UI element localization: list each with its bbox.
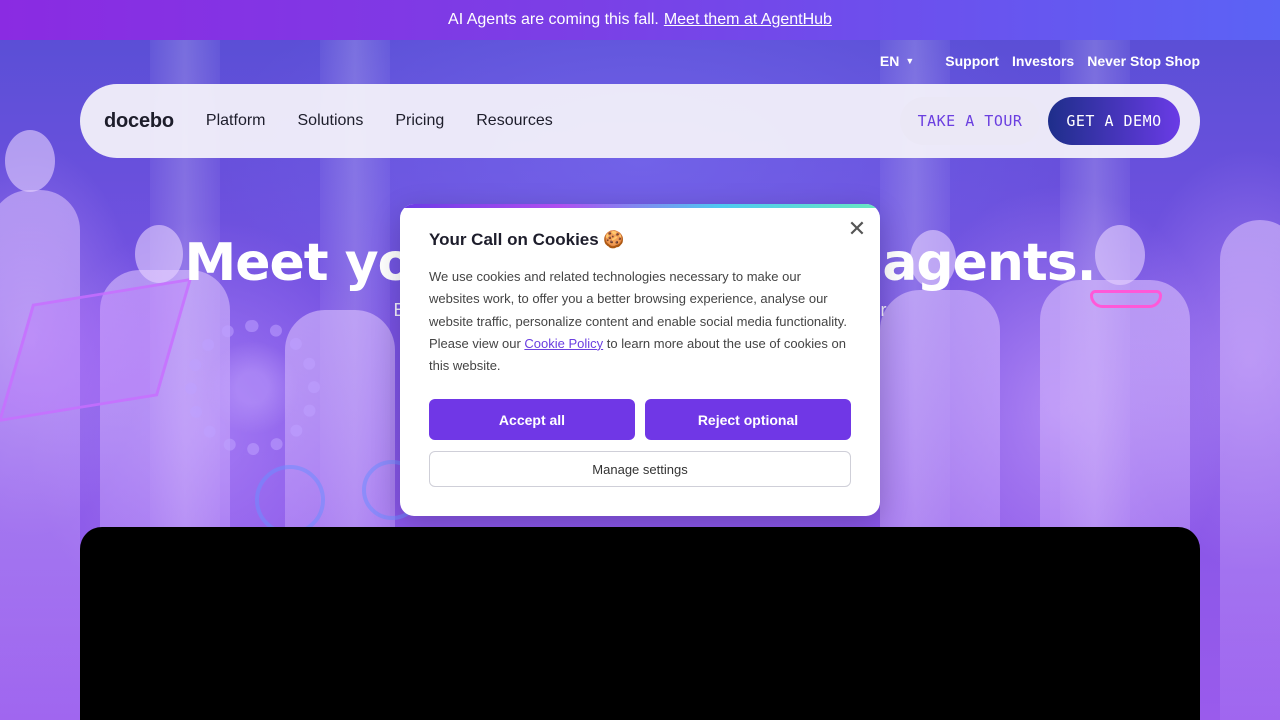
main-navbar: docebo Platform Solutions Pricing Resour… bbox=[80, 84, 1200, 158]
agenthub-link[interactable]: Meet them at AgentHub bbox=[664, 11, 832, 29]
never-stop-shop-link[interactable]: Never Stop Shop bbox=[1087, 53, 1200, 69]
background-figure bbox=[1220, 220, 1280, 720]
cookie-consent-modal: ✕ Your Call on Cookies 🍪 We use cookies … bbox=[400, 204, 880, 516]
announcement-bar: AI Agents are coming this fall. Meet the… bbox=[0, 0, 1280, 40]
language-label: EN bbox=[879, 53, 900, 69]
docebo-logo[interactable]: docebo bbox=[104, 110, 174, 133]
hero-subtitle-right: r bbox=[880, 300, 887, 320]
language-selector[interactable]: EN ▼ bbox=[880, 53, 914, 69]
cookie-modal-title: Your Call on Cookies 🍪 bbox=[429, 230, 625, 249]
nav-cta-group: TAKE A TOUR GET A DEMO bbox=[900, 97, 1180, 145]
holographic-ring bbox=[255, 465, 325, 535]
support-link[interactable]: Support bbox=[945, 53, 999, 69]
get-a-demo-button[interactable]: GET A DEMO bbox=[1048, 97, 1180, 145]
manage-settings-button[interactable]: Manage settings bbox=[429, 451, 851, 487]
nav-item-platform[interactable]: Platform bbox=[206, 112, 266, 130]
announcement-text: AI Agents are coming this fall. bbox=[448, 11, 659, 28]
hero-video[interactable] bbox=[80, 527, 1200, 720]
gear-icon bbox=[185, 320, 320, 455]
cookie-modal-body: We use cookies and related technologies … bbox=[429, 266, 854, 377]
background-figure-head bbox=[5, 130, 55, 192]
caret-down-icon: ▼ bbox=[905, 56, 915, 66]
hero-title-right: agents. bbox=[882, 233, 1096, 293]
accept-all-button[interactable]: Accept all bbox=[429, 399, 635, 440]
close-icon[interactable]: ✕ bbox=[846, 218, 868, 240]
nav-item-pricing[interactable]: Pricing bbox=[395, 112, 444, 130]
cookie-policy-link[interactable]: Cookie Policy bbox=[524, 336, 603, 351]
take-a-tour-button[interactable]: TAKE A TOUR bbox=[900, 97, 1040, 145]
hero-title-left: Meet yo bbox=[184, 233, 413, 293]
nav-item-resources[interactable]: Resources bbox=[476, 112, 552, 130]
nav-item-solutions[interactable]: Solutions bbox=[298, 112, 364, 130]
nav-links: Platform Solutions Pricing Resources bbox=[206, 112, 553, 130]
reject-optional-button[interactable]: Reject optional bbox=[645, 399, 851, 440]
investors-link[interactable]: Investors bbox=[1012, 53, 1074, 69]
utility-nav: EN ▼ Support Investors Never Stop Shop bbox=[880, 51, 1200, 71]
